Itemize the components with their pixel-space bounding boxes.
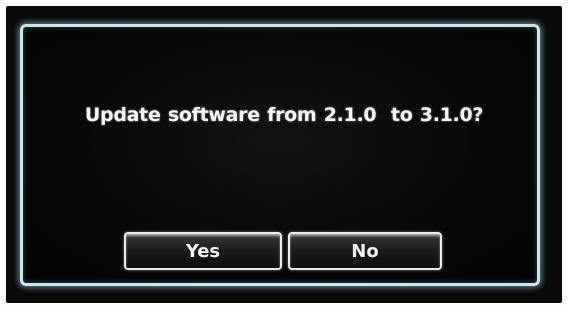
yes-button[interactable]: Yes (124, 232, 282, 270)
yes-button-label: Yes (185, 240, 221, 262)
screen-photo: Update software from 2.1.0 to 3.1.0? Yes… (0, 0, 568, 309)
no-button-label: No (351, 240, 379, 262)
update-prompt-message: Update software from 2.1.0 to 3.1.0? (84, 104, 484, 126)
no-button[interactable]: No (288, 232, 442, 270)
